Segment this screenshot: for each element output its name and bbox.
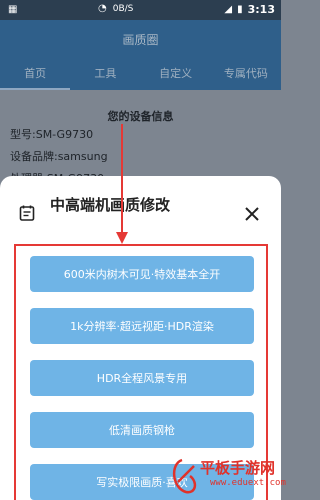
- close-icon[interactable]: [242, 204, 262, 224]
- tab-tools[interactable]: 工具: [70, 60, 140, 90]
- tab-exclusive-code[interactable]: 专属代码: [211, 60, 281, 90]
- watermark-title: 平板手游网: [200, 459, 276, 477]
- device-info-panel: 您的设备信息 型号:SM-G9730 设备品牌:samsung 处理器:SM-G…: [0, 90, 281, 190]
- network-speed: 0B/S: [112, 3, 134, 14]
- battery-icon: ▮: [237, 4, 243, 15]
- app-header: 画质圈: [0, 20, 281, 60]
- device-brand: 设备品牌:samsung: [10, 150, 108, 163]
- watermark-url: www.eduext.com: [210, 478, 286, 488]
- app-title: 画质圈: [122, 33, 159, 47]
- status-bar: ▦ ◔ 0B/S ◢ ▮ 3:13: [0, 0, 281, 20]
- clock: 3:13: [247, 3, 275, 16]
- device-model: 型号:SM-G9730: [10, 128, 94, 141]
- app-notification-icon: ▦: [8, 4, 18, 15]
- option-button[interactable]: 600米内树木可见·特效基本全开: [30, 256, 254, 292]
- device-info-title: 您的设备信息: [107, 110, 174, 123]
- document-icon: [19, 205, 35, 221]
- tab-custom[interactable]: 自定义: [141, 60, 211, 90]
- tab-home[interactable]: 首页: [0, 60, 71, 90]
- sheet-title: 中高端机画质修改: [50, 196, 171, 214]
- option-button[interactable]: 1k分辨率·超远视距·HDR渲染: [30, 308, 254, 344]
- option-button[interactable]: 低清画质钢枪: [30, 412, 254, 448]
- tab-bar: 首页 工具 自定义 专属代码: [0, 60, 281, 90]
- signal-icon: ◢: [224, 4, 233, 15]
- option-button[interactable]: HDR全程风景专用: [30, 360, 254, 396]
- wifi-icon: ◔: [98, 3, 107, 14]
